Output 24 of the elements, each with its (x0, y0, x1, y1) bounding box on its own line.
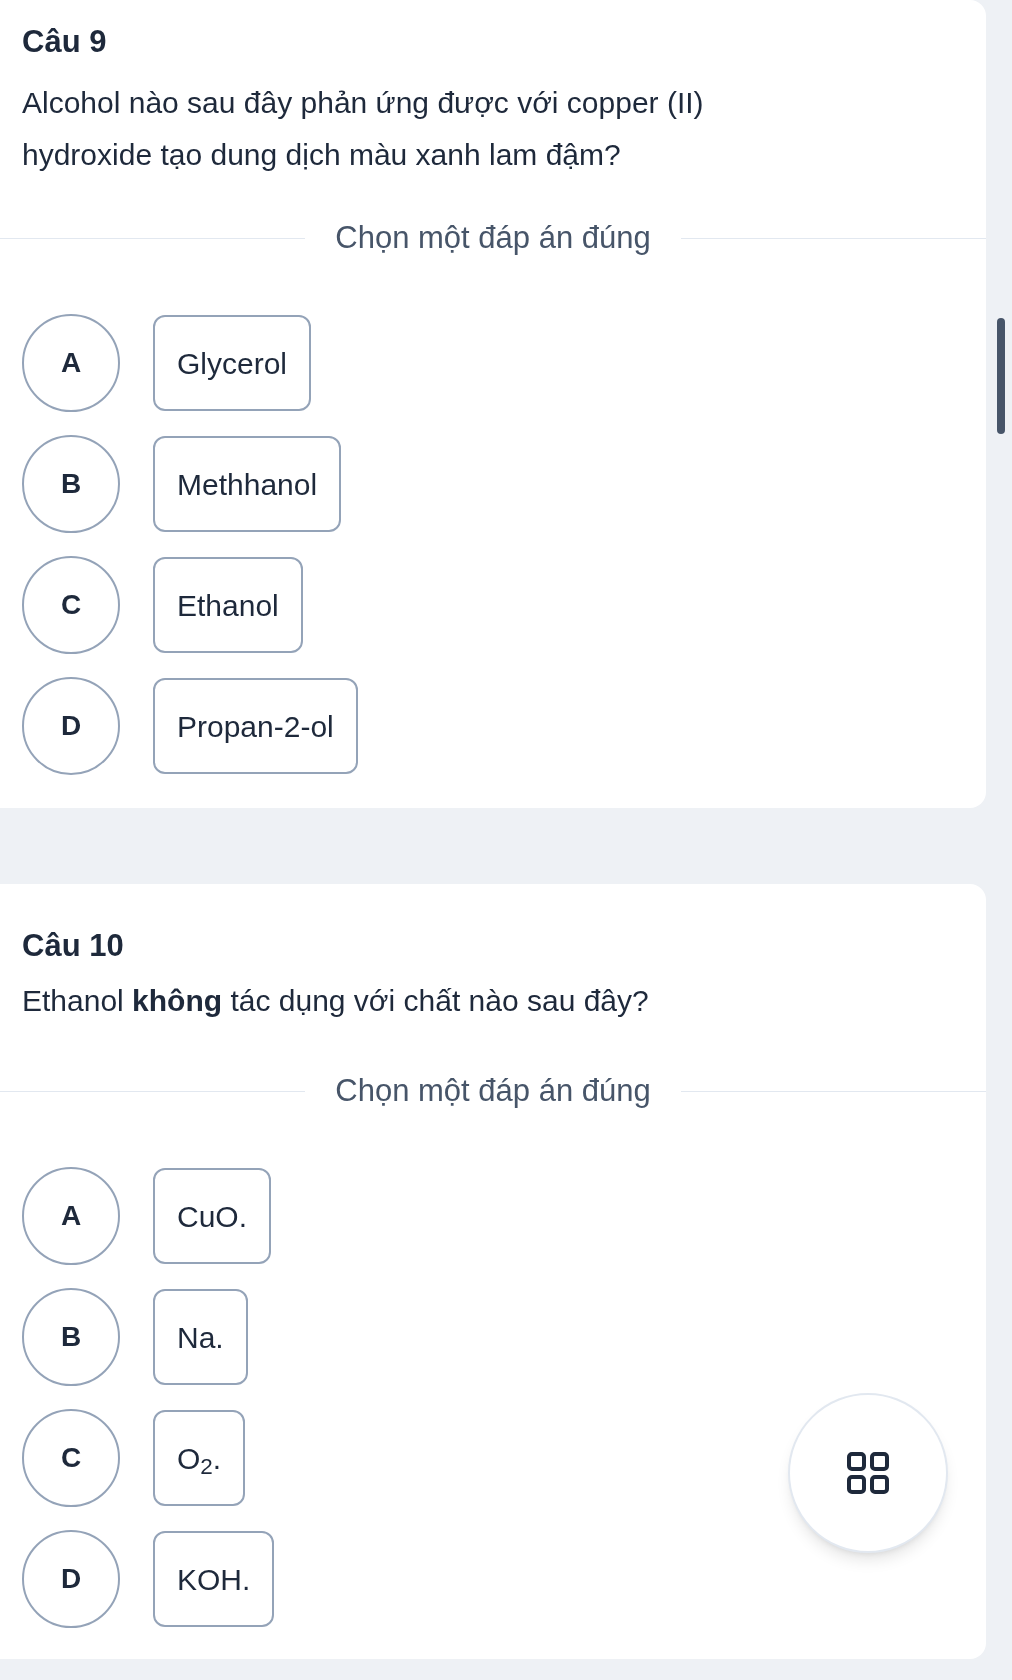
answer-option-button[interactable]: Na. (153, 1289, 248, 1385)
option-letter-button[interactable]: B (22, 1288, 120, 1386)
answer-option-button[interactable]: CuO. (153, 1168, 272, 1264)
question-text: Ethanol không tác dụng với chất nào sau đây? (22, 983, 650, 1019)
answer-option-button[interactable]: O$_{2}$. (153, 1410, 246, 1506)
option-letter-button[interactable]: A (22, 1167, 120, 1265)
question-text: Alcohol nào sau đây phản ứng được với copper (II) hydroxide tạo dung dịch màu xanh lam đậm? (22, 85, 705, 173)
question-title: Câu 9 (22, 23, 108, 61)
option-letter-button[interactable]: A (22, 314, 120, 412)
answer-option-button[interactable]: Glycerol (153, 315, 312, 411)
scrollbar[interactable] (997, 318, 1005, 434)
option-letter-button[interactable]: D (22, 1530, 120, 1628)
answer-option-button[interactable]: Propan-2-ol (153, 678, 358, 774)
answer-option-button[interactable]: KOH. (153, 1531, 275, 1627)
answer-option-button[interactable]: Methhanol (153, 436, 342, 532)
option-letter-button[interactable]: C (22, 556, 120, 654)
option-letter-button[interactable]: C (22, 1409, 120, 1507)
question-title: Câu 10 (22, 927, 125, 965)
instruction-text: Chọn một đáp án đúng (335, 218, 651, 257)
option-letter-button[interactable]: B (22, 435, 120, 533)
grid-icon (846, 1451, 890, 1495)
answer-option-button[interactable]: Ethanol (153, 557, 303, 653)
option-letter-button[interactable]: D (22, 677, 120, 775)
instruction-text: Chọn một đáp án đúng (335, 1071, 651, 1110)
